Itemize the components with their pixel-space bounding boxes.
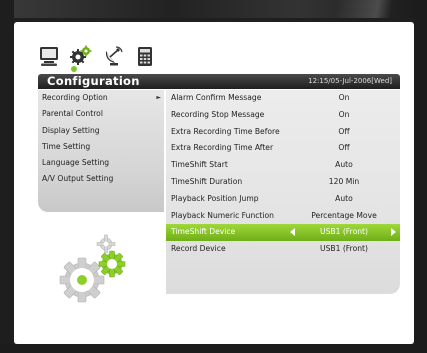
setting-value: Auto (335, 160, 353, 170)
arrow-right-icon[interactable] (391, 228, 396, 237)
setting-label: Playback Numeric Function (171, 210, 274, 220)
menu-item-label: Language Setting (42, 158, 110, 168)
decorative-gears-icon (56, 232, 136, 312)
clock: 12:15/05-Jul-2006[Wed] (308, 77, 392, 85)
setting-label: Playback Position Jump (171, 193, 259, 203)
setting-row-extra-time-before[interactable]: Extra Recording Time Before Off (166, 124, 400, 141)
menu-item-av-output-setting[interactable]: A/V Output Setting (38, 171, 164, 187)
setting-row-record-device[interactable]: Record Device USB1 (Front) (166, 241, 400, 258)
tv-osd-screen: Configuration 12:15/05-Jul-2006[Wed] Rec… (0, 0, 427, 353)
setting-label: Recording Stop Message (171, 109, 265, 119)
setting-value: On (338, 109, 350, 119)
setting-value: Off (338, 143, 350, 153)
setting-row-extra-time-after[interactable]: Extra Recording Time After Off (166, 140, 400, 157)
monitor-icon[interactable] (38, 45, 60, 67)
setting-row-timeshift-duration[interactable]: TimeShift Duration 120 Min (166, 174, 400, 191)
menu-item-label: A/V Output Setting (42, 174, 114, 184)
setting-value: 120 Min (328, 176, 360, 186)
satellite-dish-icon[interactable] (102, 45, 124, 67)
setting-value: USB1 (Front) (320, 227, 368, 237)
gears-icon[interactable] (70, 45, 92, 67)
setting-row-playback-numeric-function[interactable]: Playback Numeric Function Percentage Mov… (166, 208, 400, 225)
calculator-icon[interactable] (134, 45, 156, 67)
setting-row-alarm-confirm-message[interactable]: Alarm Confirm Message On (166, 90, 400, 107)
setting-label: Extra Recording Time Before (171, 126, 280, 136)
left-edge (0, 0, 14, 353)
bottom-edge (0, 344, 427, 353)
right-edge (414, 0, 427, 353)
menu-item-label: Time Setting (42, 141, 91, 151)
setting-value: USB1 (Front) (320, 244, 368, 254)
setting-label: Extra Recording Time After (171, 143, 274, 153)
selected-icon-indicator (71, 66, 77, 72)
menu-item-label: Display Setting (42, 125, 100, 135)
setting-row-timeshift-device[interactable]: TimeShift Device USB1 (Front) (166, 224, 400, 242)
left-menu: Recording Option ► Parental Control Disp… (38, 90, 164, 212)
menu-item-display-setting[interactable]: Display Setting (38, 123, 164, 139)
menu-item-label: Parental Control (42, 109, 103, 119)
setting-value: Percentage Move (311, 210, 377, 220)
menu-item-label: Recording Option (42, 93, 108, 102)
setting-row-recording-stop-message[interactable]: Recording Stop Message On (166, 107, 400, 124)
menu-item-time-setting[interactable]: Time Setting (38, 139, 164, 155)
setting-label: Alarm Confirm Message (171, 93, 262, 102)
setting-row-timeshift-start[interactable]: TimeShift Start Auto (166, 157, 400, 174)
setting-value: On (338, 93, 350, 102)
menu-item-recording-option[interactable]: Recording Option ► (38, 90, 164, 106)
top-stripe (0, 0, 427, 18)
arrow-right-icon: ► (156, 94, 161, 101)
menu-item-language-setting[interactable]: Language Setting (38, 155, 164, 171)
settings-panel: Alarm Confirm Message On Recording Stop … (166, 90, 400, 294)
setting-value: Off (338, 126, 350, 136)
setting-label: Record Device (171, 244, 226, 254)
setting-label: TimeShift Device (171, 227, 236, 237)
setting-label: TimeShift Start (171, 160, 228, 170)
setting-label: TimeShift Duration (171, 176, 243, 186)
setting-row-playback-position-jump[interactable]: Playback Position Jump Auto (166, 191, 400, 208)
menu-item-parental-control[interactable]: Parental Control (38, 106, 164, 122)
title-bar: Configuration 12:15/05-Jul-2006[Wed] (38, 74, 400, 89)
setting-value: Auto (335, 193, 353, 203)
page-title: Configuration (47, 74, 140, 88)
top-icon-row (38, 45, 156, 67)
